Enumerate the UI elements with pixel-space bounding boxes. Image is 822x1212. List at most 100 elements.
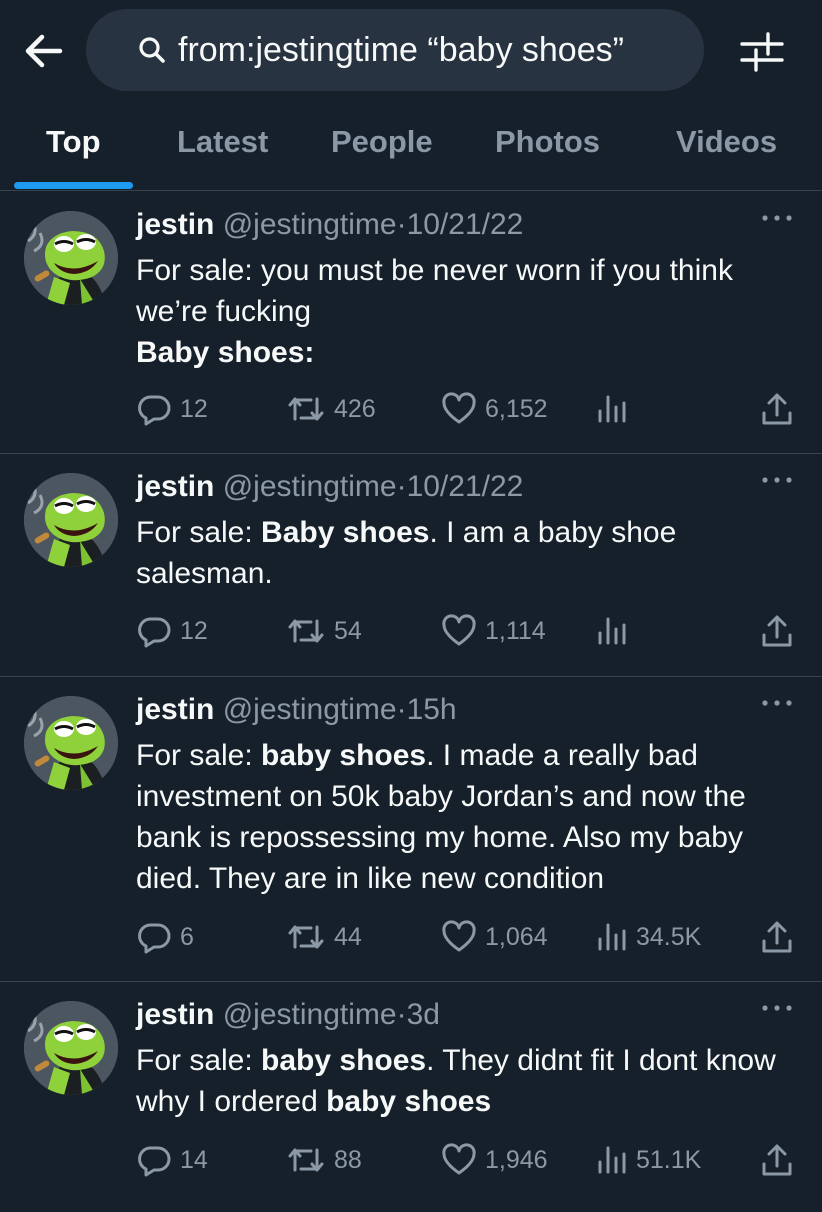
tweet-header: jestin @jestingtime·10/21/22: [136, 208, 523, 242]
share-button[interactable]: [760, 1140, 794, 1180]
tweet-text-part: For sale:: [136, 1044, 262, 1077]
share-icon: [762, 393, 792, 425]
like-button[interactable]: 6,152: [441, 389, 548, 429]
tweet[interactable]: jestin @jestingtime·10/21/22 For sale: B…: [0, 454, 822, 677]
tweet-actions: 6 44 1,064 34.5K: [0, 917, 822, 957]
reply-count: 12: [180, 394, 208, 423]
search-icon: [139, 37, 165, 63]
heart-icon: [442, 1143, 476, 1175]
retweet-icon: [288, 1148, 324, 1172]
views-button[interactable]: 34.5K: [596, 917, 701, 957]
tweet[interactable]: jestin @jestingtime·15h For sale: baby s…: [0, 677, 822, 982]
reply-button[interactable]: 14: [136, 1140, 208, 1180]
tweet[interactable]: jestin @jestingtime·3d For sale: baby sh…: [0, 982, 822, 1212]
share-button[interactable]: [760, 389, 794, 429]
retweet-count: 54: [334, 616, 362, 645]
display-name[interactable]: jestin: [136, 470, 214, 503]
avatar[interactable]: [24, 473, 118, 567]
sliders-icon[interactable]: [740, 30, 784, 74]
like-count: 1,114: [485, 616, 546, 645]
reply-button[interactable]: 6: [136, 917, 194, 957]
separator: ·: [396, 208, 407, 241]
tab-photos[interactable]: Photos: [495, 124, 600, 160]
timestamp[interactable]: 3d: [407, 998, 440, 1031]
tweet-text: For sale: baby shoes. They didnt fit I d…: [136, 1040, 806, 1122]
display-name[interactable]: jestin: [136, 693, 214, 726]
tweet-header: jestin @jestingtime·10/21/22: [136, 470, 523, 504]
reply-icon: [138, 1146, 171, 1177]
tab-people[interactable]: People: [331, 124, 433, 160]
tweet-text-highlight: baby shoes: [326, 1085, 492, 1118]
user-handle[interactable]: @jestingtime: [223, 998, 397, 1031]
tab-videos[interactable]: Videos: [676, 124, 777, 160]
retweet-count: 426: [334, 394, 376, 423]
retweet-icon: [288, 619, 324, 643]
reply-count: 14: [180, 1145, 208, 1174]
share-button[interactable]: [760, 611, 794, 651]
retweet-count: 44: [334, 922, 362, 951]
tweet-text-highlight: baby shoes: [261, 1044, 427, 1077]
active-tab-indicator: [14, 182, 133, 189]
retweet-button[interactable]: 54: [286, 611, 362, 651]
tweet-text: For sale: you must be never worn if you …: [136, 250, 806, 373]
timestamp[interactable]: 10/21/22: [407, 470, 524, 503]
tweet-text: For sale: baby shoes. I made a really ba…: [136, 735, 806, 899]
like-count: 1,946: [485, 1145, 548, 1174]
views-icon: [598, 395, 626, 423]
retweet-button[interactable]: 88: [286, 1140, 362, 1180]
like-button[interactable]: 1,946: [441, 1140, 548, 1180]
tweet[interactable]: jestin @jestingtime·10/21/22 For sale: y…: [0, 192, 822, 454]
retweet-button[interactable]: 44: [286, 917, 362, 957]
views-button[interactable]: [596, 611, 636, 651]
more-horizontal-icon[interactable]: [760, 472, 794, 488]
views-button[interactable]: 51.1K: [596, 1140, 701, 1180]
like-button[interactable]: 1,114: [441, 611, 546, 651]
views-button[interactable]: [596, 389, 636, 429]
arrow-left-icon[interactable]: [20, 28, 66, 74]
timestamp[interactable]: 10/21/22: [407, 208, 524, 241]
more-horizontal-icon[interactable]: [760, 1000, 794, 1016]
heart-icon: [442, 392, 476, 424]
tweet-actions: 12 426 6,152: [0, 389, 822, 429]
like-button[interactable]: 1,064: [441, 917, 548, 957]
tweet-actions: 14 88 1,946 51.1K: [0, 1140, 822, 1180]
separator: ·: [396, 998, 407, 1031]
user-handle[interactable]: @jestingtime: [223, 208, 397, 241]
like-count: 6,152: [485, 394, 548, 423]
views-count: 34.5K: [636, 922, 702, 951]
reply-button[interactable]: 12: [136, 611, 208, 651]
tab-latest[interactable]: Latest: [177, 124, 268, 160]
tweet-header: jestin @jestingtime·3d: [136, 998, 440, 1032]
retweet-button[interactable]: 426: [286, 389, 376, 429]
like-count: 1,064: [485, 922, 548, 951]
avatar[interactable]: [24, 211, 118, 305]
tweet-text-highlight: Baby shoes:: [136, 336, 315, 369]
share-icon: [762, 921, 792, 953]
tweet-header: jestin @jestingtime·15h: [136, 693, 457, 727]
timestamp[interactable]: 15h: [407, 693, 457, 726]
reply-icon: [138, 923, 171, 954]
views-icon: [598, 617, 626, 645]
retweet-count: 88: [334, 1145, 362, 1174]
more-horizontal-icon[interactable]: [760, 695, 794, 711]
avatar[interactable]: [24, 1001, 118, 1095]
tweet-actions: 12 54 1,114: [0, 611, 822, 651]
share-button[interactable]: [760, 917, 794, 957]
reply-icon: [138, 395, 171, 426]
heart-icon: [442, 920, 476, 952]
user-handle[interactable]: @jestingtime: [223, 470, 397, 503]
user-handle[interactable]: @jestingtime: [223, 693, 397, 726]
more-horizontal-icon[interactable]: [760, 210, 794, 226]
display-name[interactable]: jestin: [136, 208, 214, 241]
display-name[interactable]: jestin: [136, 998, 214, 1031]
search-input[interactable]: from:jestingtime “baby shoes”: [86, 9, 704, 91]
views-count: 51.1K: [636, 1145, 702, 1174]
reply-count: 12: [180, 616, 208, 645]
search-query: from:jestingtime “baby shoes”: [178, 31, 624, 69]
reply-button[interactable]: 12: [136, 389, 208, 429]
retweet-icon: [288, 925, 324, 949]
tab-top[interactable]: Top: [46, 124, 101, 160]
top-bar: from:jestingtime “baby shoes”: [0, 0, 822, 100]
avatar[interactable]: [24, 696, 118, 790]
views-icon: [598, 923, 626, 951]
